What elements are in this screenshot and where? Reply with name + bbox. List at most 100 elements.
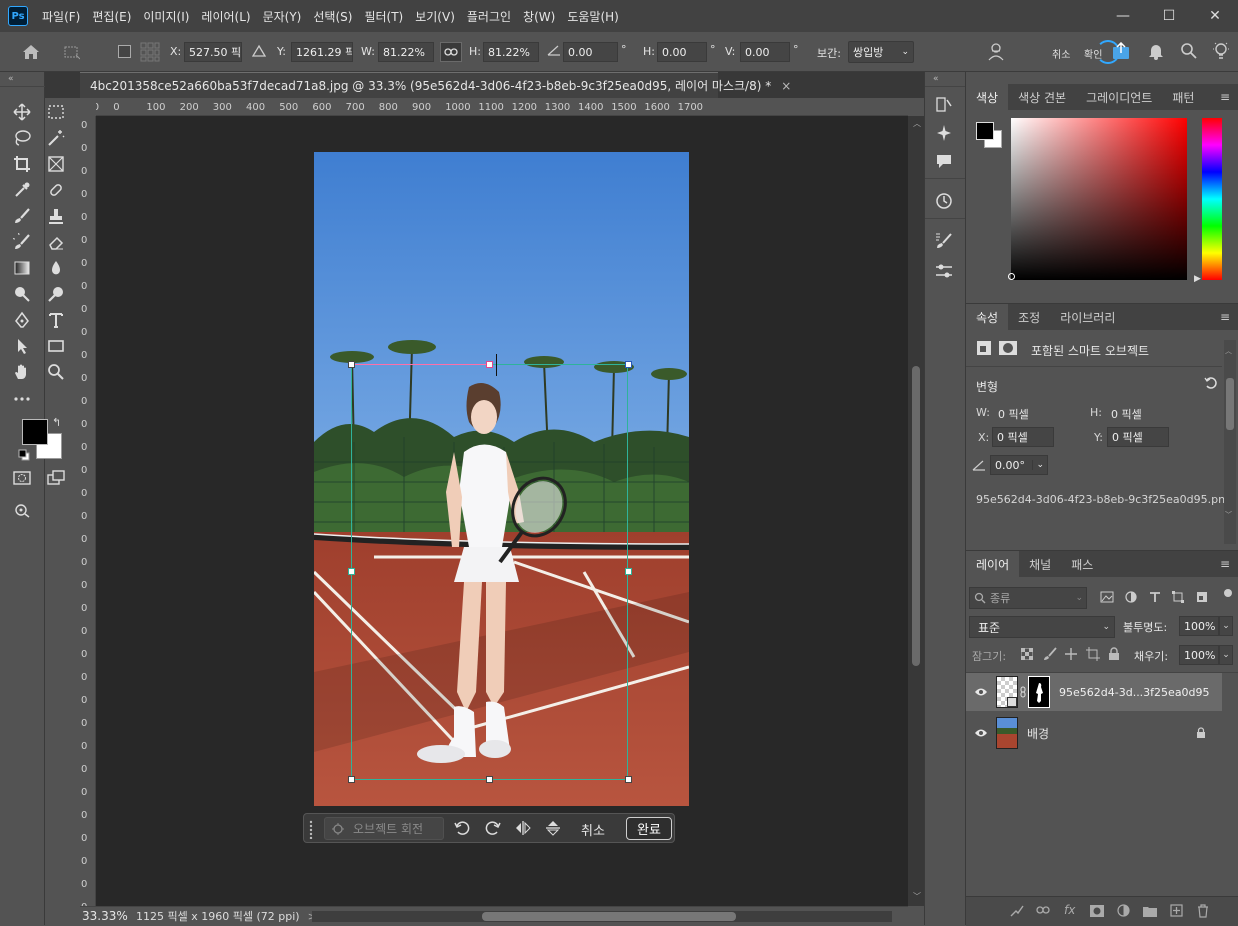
clone-stamp-tool-icon[interactable] xyxy=(43,205,69,227)
relative-position-icon[interactable] xyxy=(252,44,266,58)
expand-dock-icon[interactable]: « xyxy=(933,74,939,84)
warp-mode-icon[interactable] xyxy=(986,42,1006,62)
transform-handle-b[interactable] xyxy=(486,776,493,783)
color-field[interactable] xyxy=(1008,118,1187,280)
magic-wand-tool-icon[interactable] xyxy=(43,127,69,149)
quick-mask-icon[interactable] xyxy=(9,467,35,489)
maximize-button[interactable]: ☐ xyxy=(1146,0,1192,32)
tab-patterns[interactable]: 패턴 xyxy=(1162,84,1204,110)
prop-x-field[interactable]: 0 픽셀 xyxy=(992,427,1054,447)
transform-mode-icon[interactable] xyxy=(60,41,82,63)
adjustment-brush-icon[interactable] xyxy=(935,96,953,114)
visibility-eye-icon[interactable] xyxy=(966,728,996,738)
properties-scroll-thumb[interactable] xyxy=(1226,378,1234,430)
vertical-scrollbar[interactable]: ︿ ﹀ xyxy=(908,116,924,906)
layer-fx-icon[interactable]: fx xyxy=(1064,903,1075,917)
zoom-lens-tool-icon[interactable] xyxy=(43,283,69,305)
healing-brush-tool-icon[interactable] xyxy=(43,179,69,201)
generative-fill-icon[interactable] xyxy=(935,124,953,142)
share-icon[interactable] xyxy=(1112,42,1130,60)
menu-edit[interactable]: 편집(E) xyxy=(86,8,137,25)
layer-thumbnail[interactable] xyxy=(996,676,1018,708)
filter-type-icon[interactable] xyxy=(1149,591,1161,603)
transform-handle-r[interactable] xyxy=(625,568,632,575)
delete-layer-icon[interactable] xyxy=(1197,904,1209,918)
opacity-field[interactable]: 100% xyxy=(1179,616,1219,636)
history-brush-tool-icon[interactable] xyxy=(9,231,35,253)
hand-tool-icon[interactable] xyxy=(9,361,35,383)
crop-tool-icon[interactable] xyxy=(9,153,35,175)
transform-handle-br[interactable] xyxy=(625,776,632,783)
filter-adjustment-icon[interactable] xyxy=(1125,591,1137,603)
prop-scroll-down-icon[interactable]: ﹀ xyxy=(1225,510,1232,520)
layers-menu-icon[interactable]: ≡ xyxy=(1220,557,1230,571)
rectangle-tool-icon[interactable] xyxy=(43,335,69,357)
panel-foreground-swatch[interactable] xyxy=(976,122,994,140)
tab-paths[interactable]: 패스 xyxy=(1061,551,1103,577)
menu-view[interactable]: 보기(V) xyxy=(409,8,461,25)
rotate-cw-icon[interactable] xyxy=(485,820,501,836)
blend-mode-select[interactable]: 표준 ⌄ xyxy=(969,616,1115,638)
horizontal-scroll-thumb[interactable] xyxy=(482,912,736,921)
transform-handle-bl[interactable] xyxy=(348,776,355,783)
zoom-level[interactable]: 33.33% xyxy=(80,909,130,923)
tab-adjustments[interactable]: 조정 xyxy=(1008,304,1050,330)
close-tab-icon[interactable]: × xyxy=(781,79,791,93)
more-tools-icon[interactable] xyxy=(9,388,35,410)
type-tool-icon[interactable] xyxy=(43,309,69,331)
eraser-tool-icon[interactable] xyxy=(43,231,69,253)
move-tool-icon[interactable] xyxy=(9,101,35,123)
history-icon[interactable] xyxy=(935,192,953,210)
transform-handle-l[interactable] xyxy=(348,568,355,575)
document-info[interactable]: 1125 픽셀 x 1960 픽셀 (72 ppi) xyxy=(130,908,300,924)
menu-select[interactable]: 선택(S) xyxy=(307,8,358,25)
layer-thumbnail[interactable] xyxy=(996,717,1018,749)
hue-slider-marker[interactable]: ▶ xyxy=(1194,274,1201,284)
hue-slider[interactable] xyxy=(1202,118,1222,280)
pen-tool-icon[interactable] xyxy=(9,309,35,331)
filter-pixel-icon[interactable] xyxy=(1100,591,1114,603)
lasso-tool-icon[interactable] xyxy=(9,127,35,149)
filter-shape-icon[interactable] xyxy=(1172,591,1184,603)
default-colors-icon[interactable] xyxy=(18,449,30,461)
y-position-field[interactable]: 1261.29 픽셀 xyxy=(291,42,353,62)
dodge-tool-icon[interactable] xyxy=(9,283,35,305)
path-selection-tool-icon[interactable] xyxy=(9,335,35,357)
prop-scroll-up-icon[interactable]: ︿ xyxy=(1225,346,1232,356)
rotate-object-button[interactable]: 오브젝트 회전 xyxy=(324,817,444,840)
drag-handle-icon[interactable] xyxy=(308,819,314,839)
new-layer-icon[interactable] xyxy=(1170,904,1183,917)
transform-reference-point[interactable] xyxy=(496,354,497,376)
add-mask-icon[interactable] xyxy=(1090,905,1104,917)
menu-window[interactable]: 창(W) xyxy=(517,8,561,25)
document-tab[interactable]: 4bc201358ce52a660ba53f7decad71a8.jpg @ 3… xyxy=(80,72,791,98)
zoom-tool-icon[interactable] xyxy=(43,361,69,383)
layer-mask-thumbnail[interactable] xyxy=(1028,676,1050,708)
lock-image-icon[interactable] xyxy=(1043,647,1057,661)
layer-row[interactable]: 95e562d4-3d...3f25ea0d95 xyxy=(966,673,1222,711)
vertical-scroll-thumb[interactable] xyxy=(912,366,920,666)
layer-name[interactable]: 배경 xyxy=(1027,725,1049,742)
tab-swatches[interactable]: 색상 견본 xyxy=(1008,84,1076,110)
horizontal-scrollbar[interactable] xyxy=(312,911,892,922)
fill-dropdown-icon[interactable]: ⌄ xyxy=(1219,645,1233,665)
layer-lock-icon[interactable] xyxy=(1196,727,1206,739)
context-done-button[interactable]: 완료 xyxy=(626,817,672,840)
lock-all-icon[interactable] xyxy=(1108,647,1120,661)
adjustment-layer-icon[interactable] xyxy=(1117,904,1130,917)
tool-presets-icon[interactable] xyxy=(935,262,953,280)
comments-icon[interactable] xyxy=(935,152,953,170)
horizontal-skew-field[interactable]: 0.00 xyxy=(657,42,707,62)
menu-type[interactable]: 문자(Y) xyxy=(257,8,308,25)
properties-menu-icon[interactable]: ≡ xyxy=(1220,310,1230,324)
transform-handle-tr[interactable] xyxy=(625,361,632,368)
width-field[interactable]: 81.22% xyxy=(378,42,434,62)
reference-point-grid-icon[interactable] xyxy=(140,42,160,62)
visibility-eye-icon[interactable] xyxy=(966,687,996,697)
reset-transform-icon[interactable] xyxy=(1204,376,1218,390)
lock-position-icon[interactable] xyxy=(1064,647,1078,661)
brush-tool-icon[interactable] xyxy=(9,205,35,227)
menu-filter[interactable]: 필터(T) xyxy=(358,8,409,25)
search-icon[interactable] xyxy=(1180,42,1198,60)
filter-smart-object-icon[interactable] xyxy=(1196,591,1208,603)
